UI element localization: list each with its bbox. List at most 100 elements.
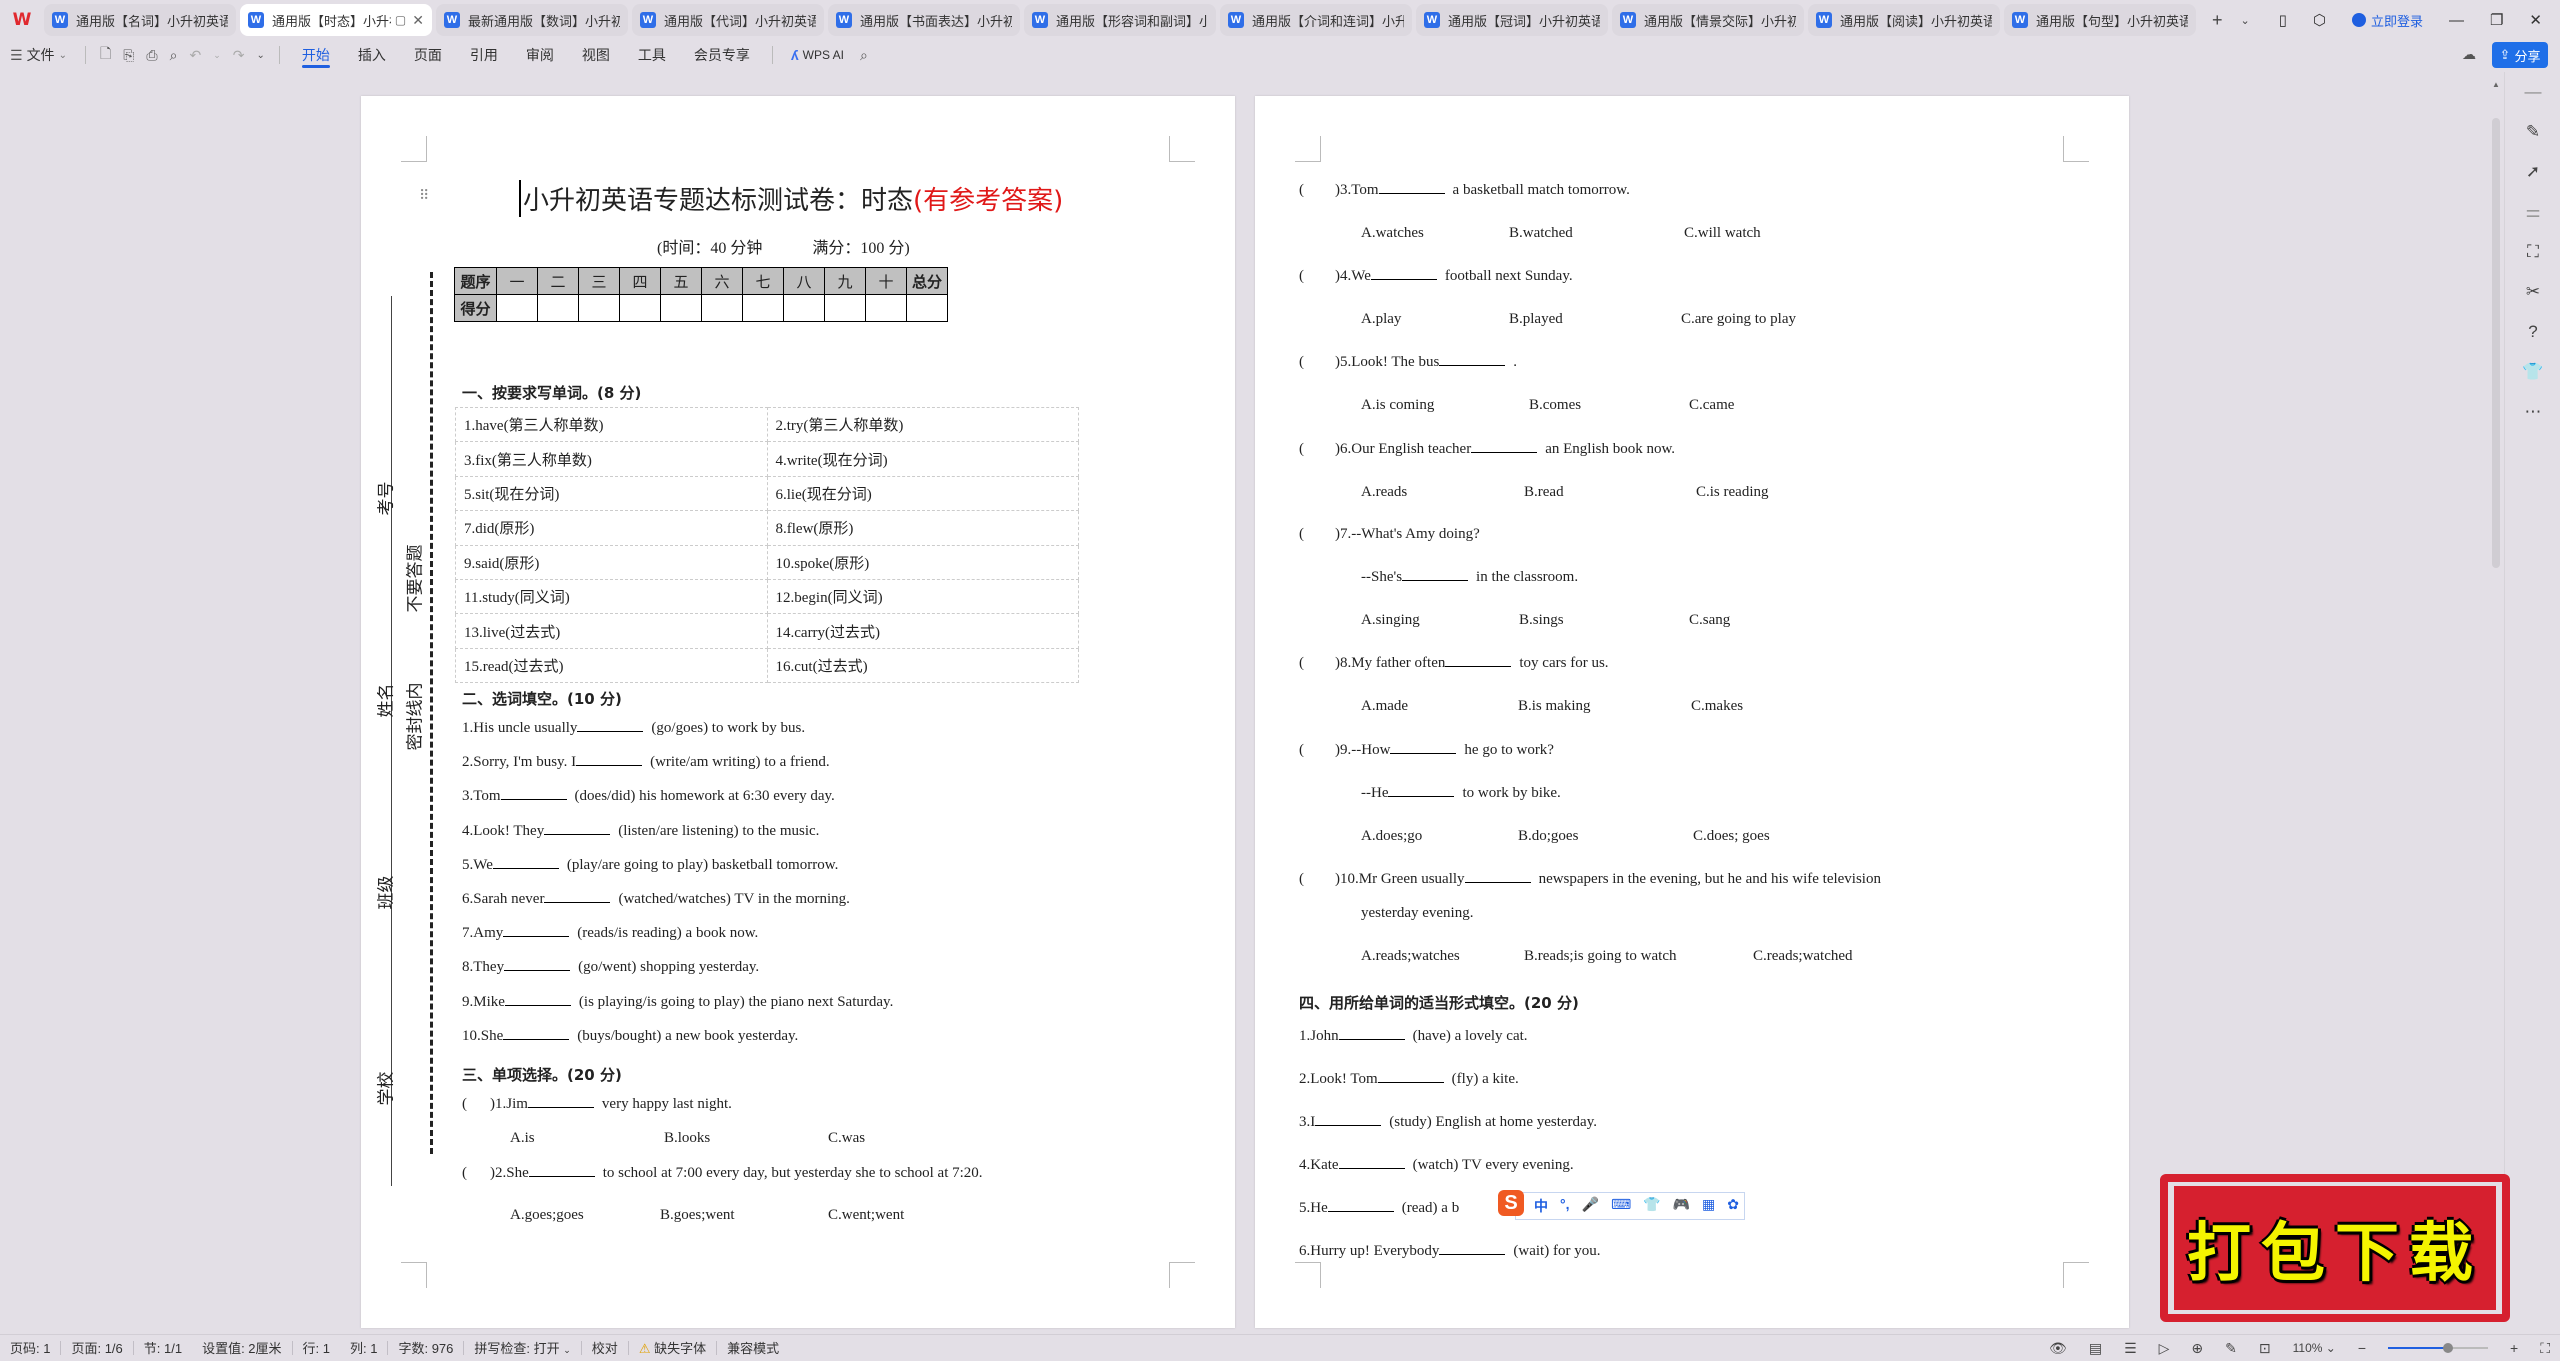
zoom-in-button[interactable]: + [2510, 1340, 2518, 1356]
answer-blank[interactable] [528, 1176, 595, 1177]
maximize-button[interactable]: ❐ [2490, 11, 2503, 29]
outline-view-icon[interactable]: ☰ [2124, 1340, 2137, 1357]
tab-document[interactable]: W 通用版【时态】小升初 ▢ ✕ [240, 4, 432, 36]
document-page-2[interactable]: ()3.Tom a basketball match tomorrow. A.wat… [1255, 96, 2129, 1328]
apps-grid-icon[interactable]: ▦ [1702, 1196, 1715, 1216]
missing-font-button[interactable]: ⚠ 缺失字体 [629, 1338, 716, 1357]
undo-icon[interactable]: ↶ [183, 47, 207, 64]
settings-icon[interactable]: ✿ [1727, 1196, 1739, 1216]
redo-icon[interactable]: ↷ [227, 47, 251, 64]
answer-blank[interactable] [1370, 279, 1437, 280]
status-pages[interactable]: 页面: 1/6 [61, 1338, 132, 1357]
answer-blank[interactable] [503, 936, 570, 938]
ime-toolbar[interactable]: S 中 °, 🎤 ⌨ 👕 🎮 ▦ ✿ [1498, 1190, 1745, 1220]
answer-bracket[interactable]: ( [1299, 268, 1304, 285]
more-quick-icon[interactable]: ⌄ [250, 50, 270, 61]
score-cell[interactable] [701, 294, 743, 322]
more-icon[interactable]: ⋯ [2505, 392, 2560, 432]
status-col[interactable]: 列: 1 [340, 1338, 387, 1357]
select-arrow-icon[interactable]: ➚ [2505, 152, 2560, 192]
tablet-mode-icon[interactable]: ▯ [2279, 11, 2287, 29]
file-menu-button[interactable]: ☰ 文件 ⌄ [0, 40, 77, 70]
answer-blank[interactable] [504, 1004, 571, 1006]
material-icon[interactable]: ⛶ [2505, 232, 2560, 272]
status-row[interactable]: 行: 1 [293, 1338, 340, 1357]
score-cell[interactable] [496, 294, 538, 322]
score-cell[interactable] [537, 294, 579, 322]
answer-blank[interactable] [503, 1038, 570, 1040]
cloud-sync-icon[interactable]: ☁ [2462, 46, 2476, 63]
tab-document[interactable]: W 通用版【句型】小升初英语专 [2004, 4, 2196, 36]
promo-download-stamp[interactable]: 打包下载 [2160, 1174, 2510, 1322]
ribbon-tab[interactable]: 审阅 [512, 40, 568, 70]
score-cell[interactable] [742, 294, 784, 322]
save-icon[interactable]: 🗋 [94, 43, 117, 67]
ribbon-tab[interactable]: 引用 [456, 40, 512, 70]
answer-bracket[interactable]: ( [1299, 526, 1304, 543]
tab-document[interactable]: W 通用版【形容词和副词】小升 [1024, 4, 1216, 36]
answer-bracket[interactable]: ( [1299, 182, 1304, 199]
answer-blank[interactable] [1439, 1254, 1506, 1255]
answer-blank[interactable] [1464, 882, 1531, 883]
answer-bracket[interactable]: ( [462, 1165, 467, 1182]
pen-icon[interactable]: ✎ [2505, 112, 2560, 152]
ribbon-tab[interactable]: 视图 [568, 40, 624, 70]
share-button[interactable]: ⇪ 分享 [2492, 42, 2548, 68]
answer-blank[interactable] [577, 731, 644, 732]
new-tab-button[interactable]: + [2212, 10, 2223, 31]
score-cell[interactable] [660, 294, 702, 322]
skin-shirt-icon[interactable]: 👕 [2505, 352, 2560, 392]
login-button[interactable]: 立即登录 [2351, 11, 2423, 30]
status-word-count[interactable]: 字数: 976 [388, 1338, 463, 1357]
tools-icon[interactable]: ✂ [2505, 272, 2560, 312]
answer-bracket[interactable]: ( [1299, 655, 1304, 672]
web-view-icon[interactable]: ⊕ [2191, 1340, 2203, 1357]
answer-blank[interactable] [1402, 580, 1469, 581]
tab-document[interactable]: W 通用版【冠词】小升初英语专 [1416, 4, 1608, 36]
answer-blank[interactable] [1445, 666, 1512, 667]
spell-check-toggle[interactable]: 拼写检查: 打开 ⌄ [464, 1338, 580, 1357]
answer-blank[interactable] [1338, 1168, 1405, 1169]
status-page-number[interactable]: 页码: 1 [0, 1338, 60, 1357]
answer-blank[interactable] [1439, 365, 1506, 366]
help-icon[interactable]: ? [2505, 312, 2560, 352]
ribbon-tab[interactable]: 开始 [288, 40, 344, 70]
tab-document[interactable]: W 通用版【书面表达】小升初英 [828, 4, 1020, 36]
skin-icon[interactable]: 👕 [1643, 1196, 1660, 1216]
score-cell[interactable] [578, 294, 620, 322]
answer-bracket[interactable]: ( [1299, 742, 1304, 759]
play-icon[interactable]: ▷ [2159, 1340, 2170, 1357]
tab-list-chevron-icon[interactable]: ⌄ [2241, 14, 2250, 27]
chinese-mode-icon[interactable]: 中 [1534, 1196, 1548, 1216]
scrollbar-thumb[interactable] [2492, 118, 2500, 568]
wps-ai-button[interactable]: ʎ WPS AI [781, 40, 854, 70]
tab-preview-icon[interactable]: ▢ [395, 13, 406, 27]
fullscreen-icon[interactable]: ⛶ [2540, 1340, 2550, 1357]
answer-blank[interactable] [1315, 1125, 1382, 1126]
tab-document[interactable]: W 通用版【介词和连词】小升初 [1220, 4, 1412, 36]
answer-blank[interactable] [1327, 1211, 1394, 1212]
answer-bracket[interactable]: ( [1299, 441, 1304, 458]
write-mode-icon[interactable]: ✎ [2225, 1340, 2237, 1357]
tab-document[interactable]: W 通用版【阅读】小升初英语专 [1808, 4, 2000, 36]
score-cell[interactable] [619, 294, 661, 322]
print-icon[interactable]: ⎙ [140, 47, 163, 64]
status-setting[interactable]: 设置值: 2厘米 [192, 1338, 291, 1357]
sogou-logo-icon[interactable]: S [1498, 1190, 1524, 1216]
answer-blank[interactable] [544, 833, 611, 835]
answer-blank[interactable] [544, 902, 611, 903]
zoom-out-button[interactable]: − [2358, 1340, 2366, 1356]
skin-icon[interactable]: ⬡ [2313, 11, 2326, 29]
answer-blank[interactable] [492, 867, 559, 869]
tab-document[interactable]: W 通用版【名词】小升初英语专 [44, 4, 236, 36]
zoom-slider-knob[interactable] [2443, 1343, 2453, 1353]
answer-blank[interactable] [1377, 1082, 1444, 1083]
drag-handle-icon[interactable]: ⠿ [419, 188, 429, 205]
answer-blank[interactable] [504, 970, 571, 972]
adjust-sliders-icon[interactable]: ⚌ [2505, 192, 2560, 232]
ribbon-tab[interactable]: 会员专享 [680, 40, 764, 70]
zoom-level[interactable]: 110% ⌄ [2293, 1341, 2336, 1355]
ribbon-tab[interactable]: 插入 [344, 40, 400, 70]
keyboard-icon[interactable]: ⌨ [1611, 1196, 1631, 1216]
close-tab-icon[interactable]: ✕ [412, 12, 424, 29]
